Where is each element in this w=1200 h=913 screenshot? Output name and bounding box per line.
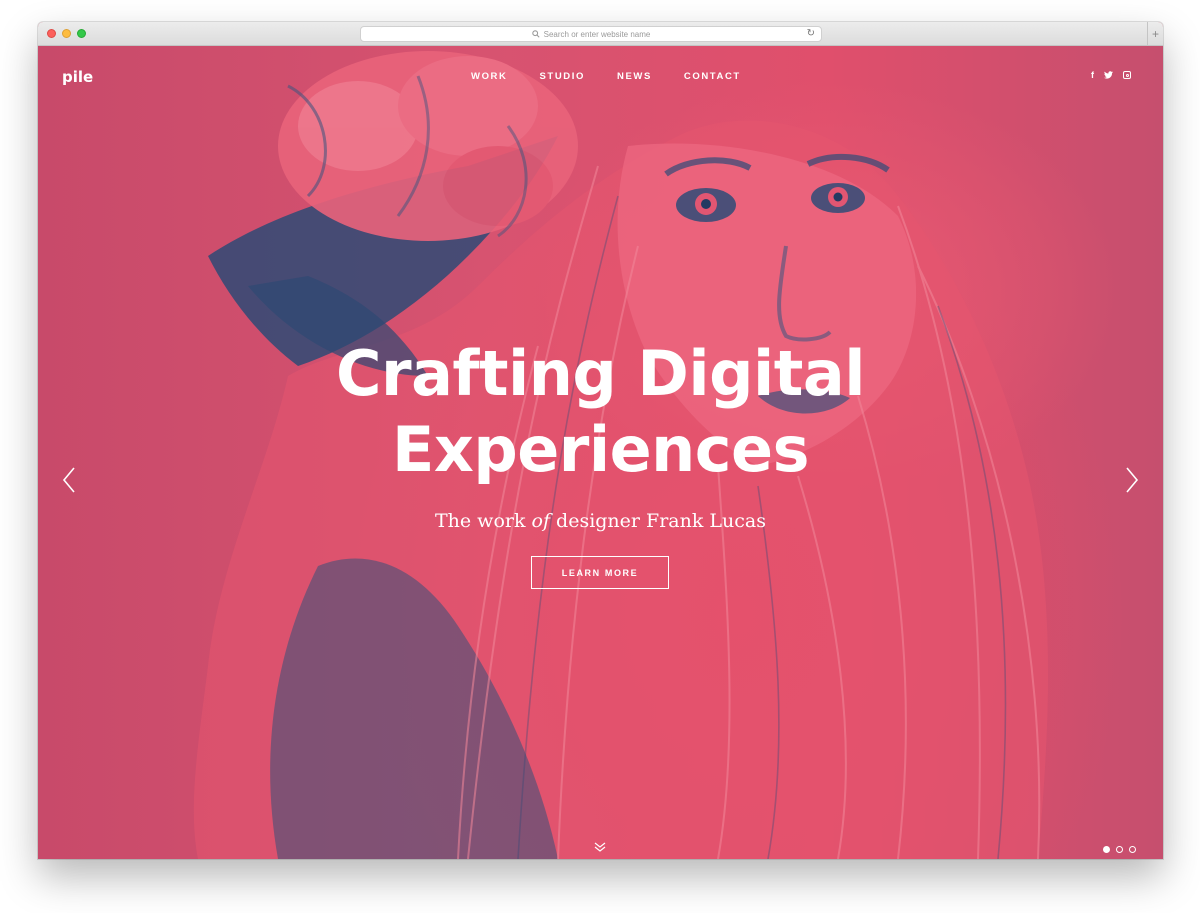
nav-item-contact[interactable]: CONTACT xyxy=(684,71,741,82)
browser-toolbar: Search or enter website name ↻ + xyxy=(38,22,1163,46)
slide-dot-2[interactable] xyxy=(1116,846,1123,853)
browser-window: Search or enter website name ↻ + pile WO… xyxy=(38,22,1163,859)
headline-line-2: Experiences xyxy=(392,413,810,486)
subtitle-text-start: The work xyxy=(434,510,532,532)
learn-more-button[interactable]: LEARN MORE xyxy=(531,556,669,589)
window-controls xyxy=(47,29,86,38)
hero-slider: pile WORK STUDIO NEWS CONTACT f Crafting… xyxy=(38,46,1163,859)
headline-line-1: Crafting Digital xyxy=(336,337,865,410)
main-nav: WORK STUDIO NEWS CONTACT xyxy=(471,71,773,82)
subtitle-text-italic: of xyxy=(531,510,550,532)
close-window-button[interactable] xyxy=(47,29,56,38)
twitter-icon[interactable] xyxy=(1104,71,1113,79)
facebook-icon[interactable]: f xyxy=(1091,70,1094,80)
slide-dot-3[interactable] xyxy=(1129,846,1136,853)
scroll-down-chevron-icon[interactable] xyxy=(594,841,606,853)
hero-headline: Crafting Digital Experiences xyxy=(38,336,1163,488)
nav-item-studio[interactable]: STUDIO xyxy=(539,71,585,82)
minimize-window-button[interactable] xyxy=(62,29,71,38)
address-bar[interactable]: Search or enter website name ↻ xyxy=(360,26,822,42)
slide-dot-1[interactable] xyxy=(1103,846,1110,853)
zoom-window-button[interactable] xyxy=(77,29,86,38)
hero-subtitle: The work of designer Frank Lucas xyxy=(38,510,1163,532)
search-icon xyxy=(531,30,540,38)
instagram-icon[interactable] xyxy=(1123,71,1131,79)
nav-item-news[interactable]: NEWS xyxy=(617,71,652,82)
reload-icon[interactable]: ↻ xyxy=(807,28,815,39)
address-bar-placeholder: Search or enter website name xyxy=(543,29,651,39)
new-tab-button[interactable]: + xyxy=(1147,22,1163,46)
nav-item-work[interactable]: WORK xyxy=(471,71,507,82)
site-logo[interactable]: pile xyxy=(62,68,93,86)
slide-pagination xyxy=(1103,846,1136,853)
social-links: f xyxy=(1091,70,1131,80)
subtitle-text-end: designer Frank Lucas xyxy=(550,510,766,532)
